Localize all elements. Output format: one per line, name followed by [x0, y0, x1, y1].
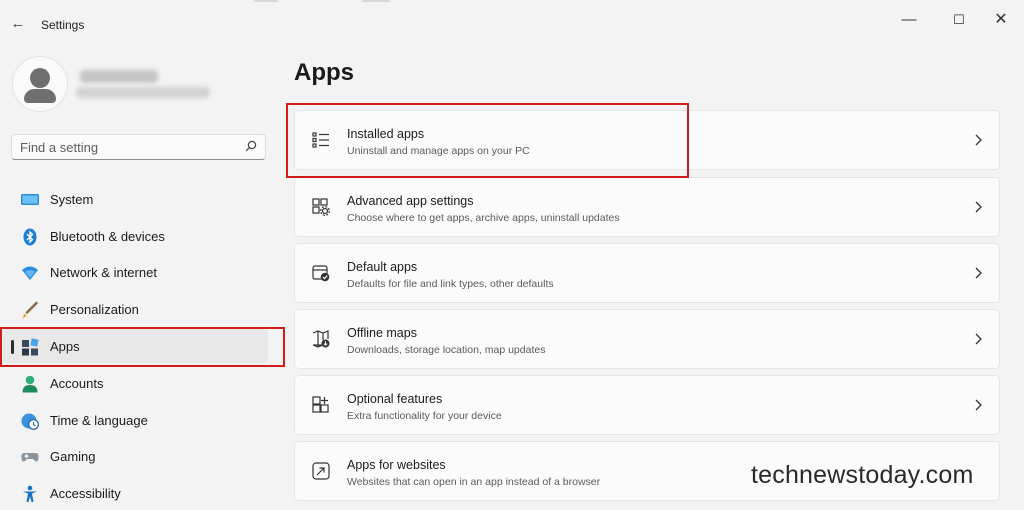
card-default-apps[interactable]: Default apps Defaults for file and link … — [294, 243, 1000, 303]
installed-apps-highlight-box — [286, 103, 689, 178]
card-title: Offline maps — [347, 326, 417, 340]
card-title: Apps for websites — [347, 458, 446, 472]
card-title: Optional features — [347, 392, 443, 406]
avatar-head — [30, 68, 50, 88]
sidebar-item-label: Network & internet — [50, 265, 157, 280]
card-optional-features[interactable]: Optional features Extra functionality fo… — [294, 375, 1000, 435]
avatar — [12, 56, 68, 112]
blurred-email — [76, 87, 210, 98]
sidebar-item-bluetooth[interactable]: Bluetooth & devices — [3, 219, 268, 253]
search-input[interactable] — [20, 139, 240, 155]
chevron-right-icon — [975, 134, 982, 146]
close-icon[interactable]: ✕ — [988, 10, 1014, 30]
wifi-icon — [22, 266, 38, 280]
back-arrow-icon[interactable]: ← — [9, 14, 27, 34]
sidebar-item-accessibility[interactable]: Accessibility — [3, 476, 268, 510]
sidebar-item-label: Gaming — [50, 449, 96, 464]
card-offline-maps[interactable]: Offline maps Downloads, storage location… — [294, 309, 1000, 369]
chevron-right-icon — [975, 201, 982, 213]
card-title: Default apps — [347, 260, 418, 274]
monitor-icon — [21, 194, 39, 205]
map-download-icon — [312, 330, 330, 348]
sidebar-item-label: Time & language — [50, 413, 148, 428]
maximize-icon[interactable]: ☐ — [946, 10, 972, 30]
minimize-icon[interactable]: — — [896, 10, 922, 30]
search-icon[interactable] — [245, 140, 257, 152]
sidebar-item-personalization[interactable]: Personalization — [3, 292, 268, 326]
default-apps-icon — [312, 265, 330, 282]
blurred-username — [80, 70, 158, 83]
gamepad-icon — [21, 453, 39, 462]
chevron-right-icon — [975, 267, 982, 279]
card-subtitle: Defaults for file and link types, other … — [347, 278, 554, 290]
search-box[interactable] — [11, 134, 266, 160]
card-subtitle: Choose where to get apps, archive apps, … — [347, 212, 620, 224]
add-grid-icon — [312, 396, 329, 413]
sidebar-item-time-language[interactable]: Time & language — [3, 403, 268, 437]
page-title: Apps — [294, 59, 354, 86]
app-settings-icon — [312, 198, 330, 216]
accessibility-icon — [23, 485, 37, 502]
globe-clock-icon — [21, 413, 39, 430]
person-icon — [22, 375, 38, 393]
window-title: Settings — [41, 18, 85, 32]
bluetooth-icon — [23, 228, 37, 246]
apps-highlight-box — [0, 327, 285, 367]
watermark: technewstoday.com — [751, 461, 974, 489]
card-title: Advanced app settings — [347, 194, 474, 208]
card-subtitle: Downloads, storage location, map updates — [347, 344, 546, 356]
sidebar-item-label: System — [50, 192, 94, 207]
sidebar-item-label: Bluetooth & devices — [50, 229, 165, 244]
open-external-icon — [312, 462, 330, 480]
chevron-right-icon — [975, 333, 982, 345]
user-profile[interactable] — [10, 54, 270, 118]
chevron-right-icon — [975, 399, 982, 411]
brush-icon — [23, 301, 38, 319]
card-subtitle: Extra functionality for your device — [347, 410, 502, 422]
avatar-body — [24, 89, 56, 103]
sidebar-item-system[interactable]: System — [3, 182, 268, 216]
sidebar-item-label: Personalization — [50, 302, 139, 317]
card-advanced-app-settings[interactable]: Advanced app settings Choose where to ge… — [294, 177, 1000, 237]
sidebar-item-gaming[interactable]: Gaming — [3, 439, 268, 473]
sidebar-item-label: Accounts — [50, 376, 104, 391]
sidebar-item-network[interactable]: Network & internet — [3, 255, 268, 289]
card-subtitle: Websites that can open in an app instead… — [347, 476, 601, 488]
title-bar: ← Settings — ☐ ✕ — [0, 0, 1024, 48]
sidebar-item-accounts[interactable]: Accounts — [3, 366, 268, 400]
